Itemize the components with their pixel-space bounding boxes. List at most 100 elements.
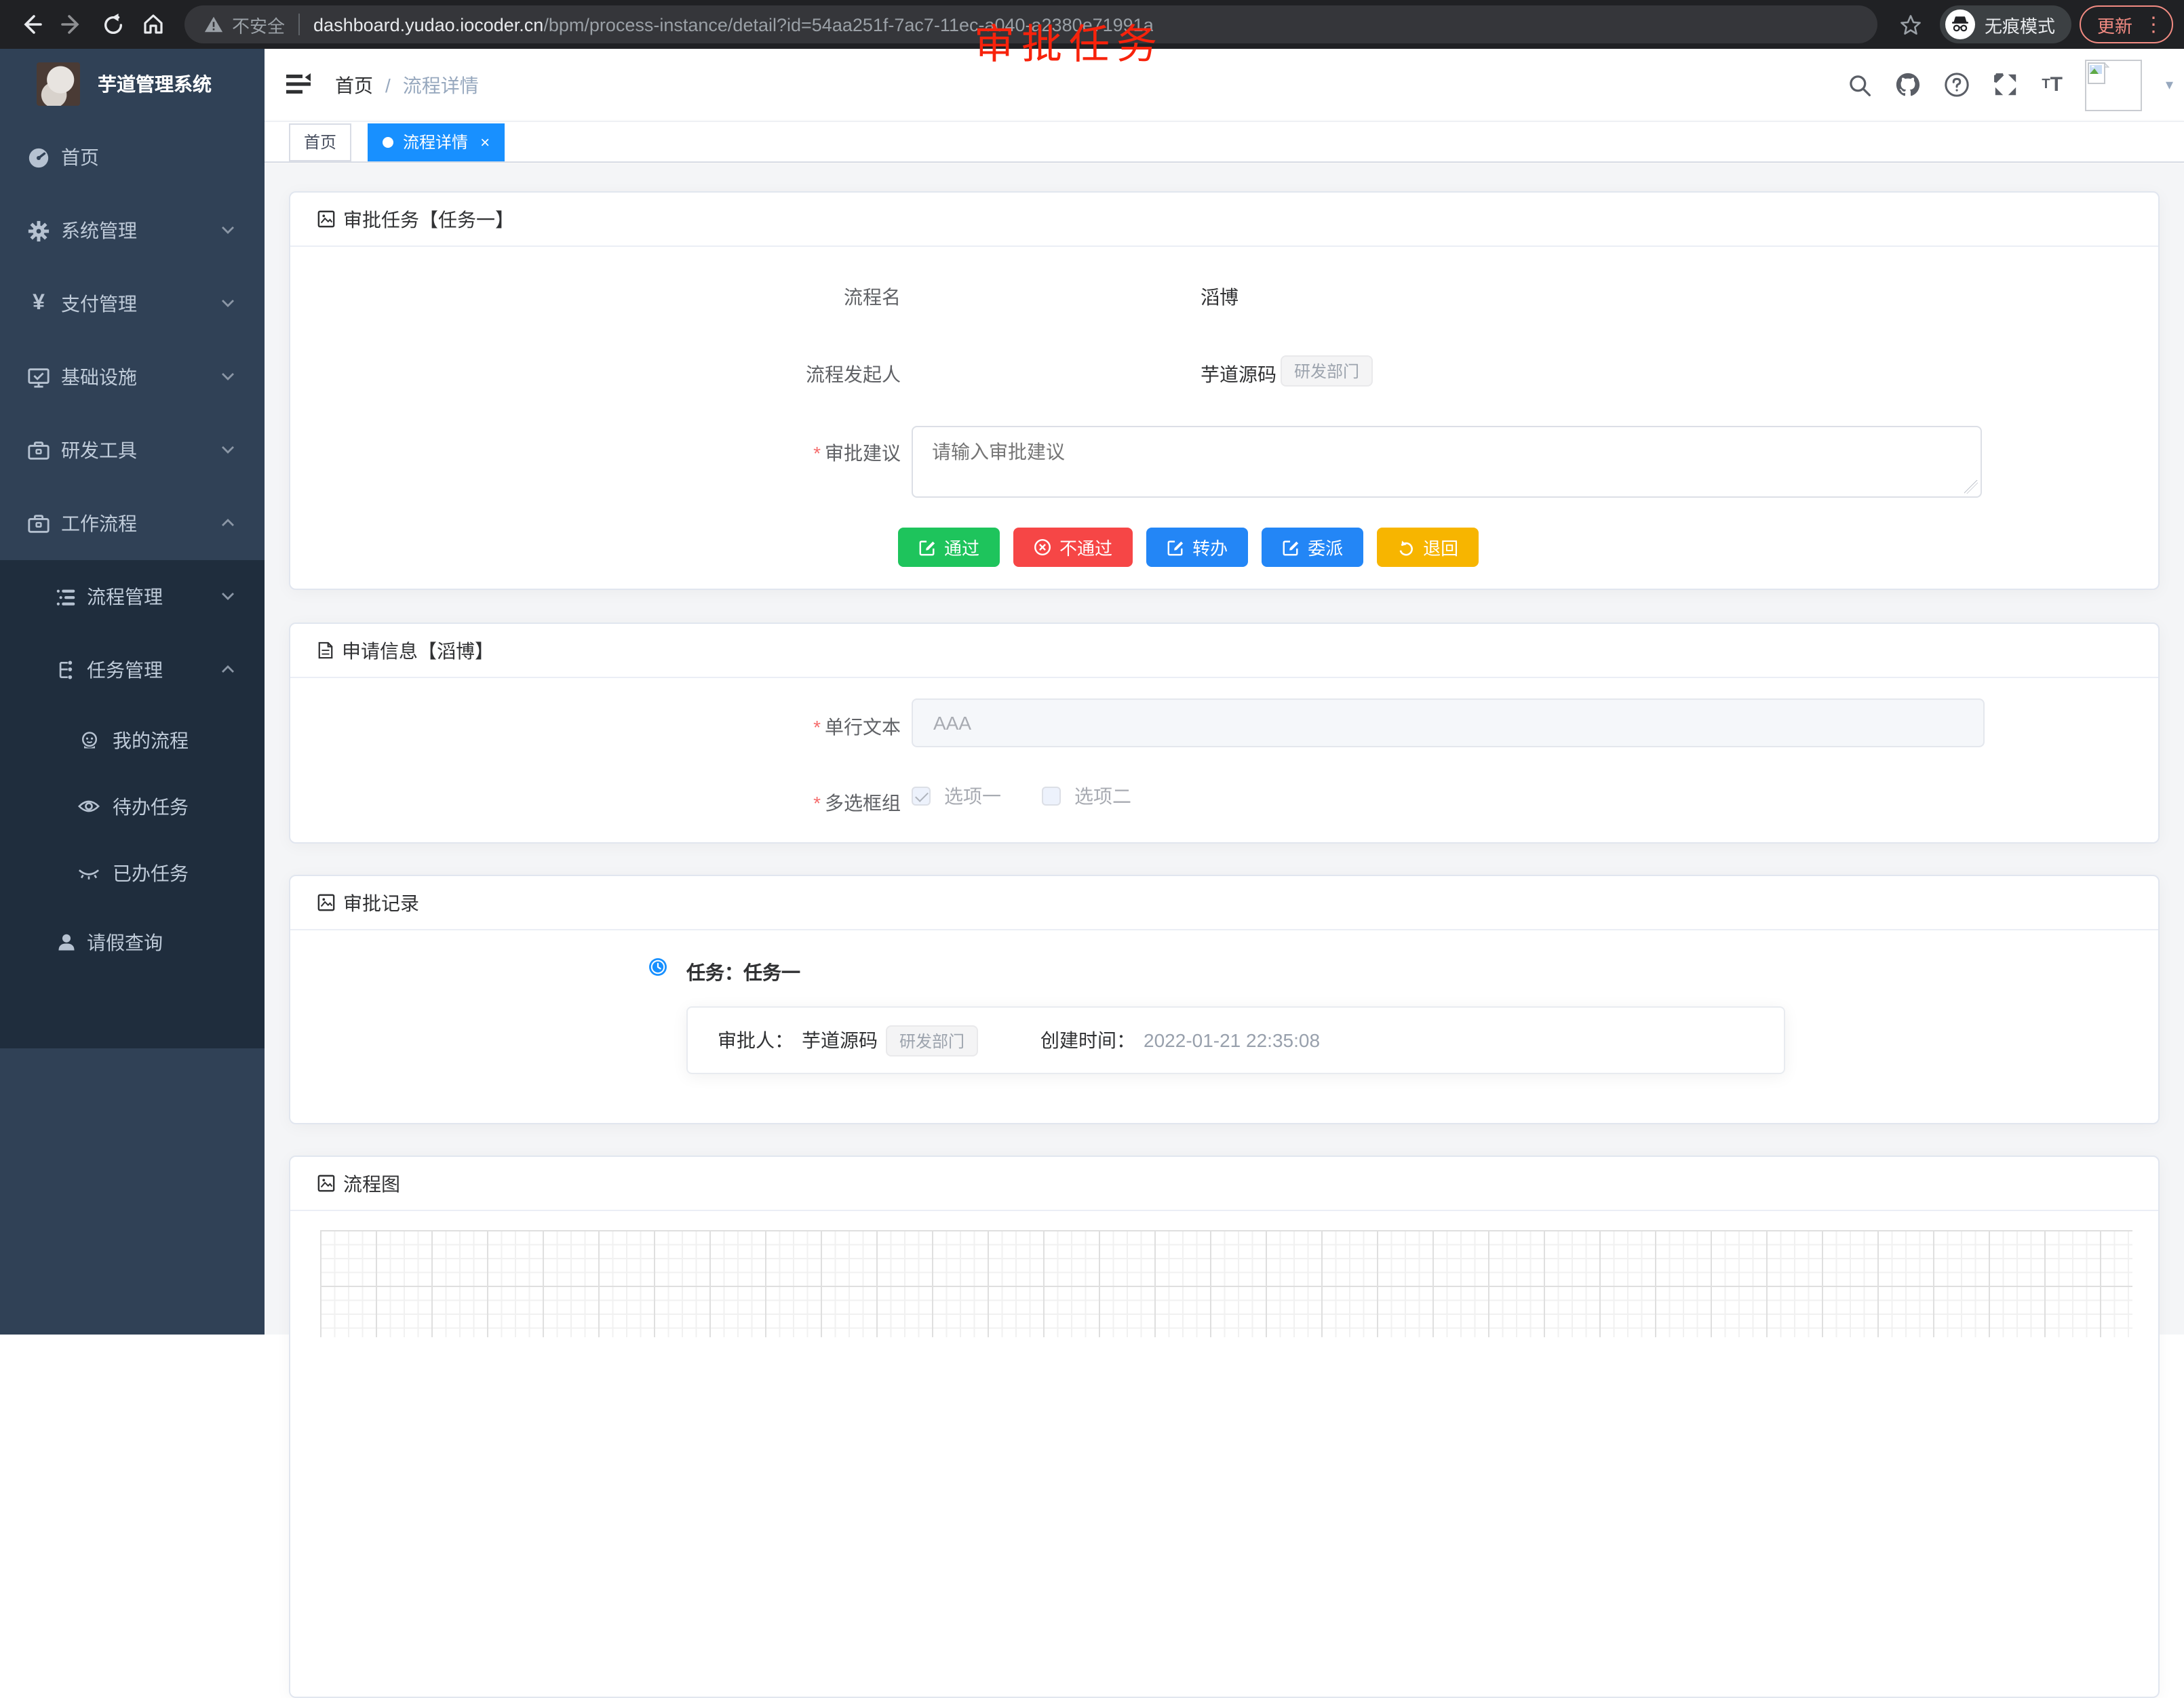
page-header: 首页 / 流程详情 TT ▾ [265,49,2184,121]
reload-icon[interactable] [92,4,133,45]
created-time-value: 2022-01-21 22:35:08 [1144,1029,1320,1051]
toolbox-icon [27,439,50,462]
approver-value: 芋道源码 [802,1027,878,1054]
records-card-header: 审批记录 [290,876,2158,930]
update-button[interactable]: 更新 ⋮ [2080,5,2173,43]
app-title: 芋道管理系统 [98,71,212,98]
bpmn-canvas-grid[interactable] [320,1230,2132,1337]
diagram-card-title: 流程图 [343,1170,400,1197]
tags-view-bar: 首页 流程详情 × [265,121,2184,163]
checkbox-group: 选项一 选项二 [912,783,1158,810]
sidebar-item-pay[interactable]: ¥ 支付管理 [0,267,265,340]
sidebar-item-devtools[interactable]: 研发工具 [0,414,265,487]
process-diagram-card: 流程图 [289,1156,2160,1698]
sidebar-item-process-mgmt[interactable]: 流程管理 [0,560,265,633]
tab-home[interactable]: 首页 [289,123,351,161]
edit-icon [1282,538,1300,556]
url-path: /bpm/process-instance/detail?id=54aa251f… [543,14,1153,35]
toolbox-icon [27,512,50,535]
suggest-textarea[interactable] [912,426,1982,498]
timeline-clock-icon [648,957,667,976]
incognito-label: 无痕模式 [1985,12,2055,37]
chevron-down-icon [221,372,235,381]
update-label: 更新 [2097,12,2132,37]
sidebar-item-workflow[interactable]: 工作流程 [0,487,265,560]
chevron-up-icon [221,518,235,528]
text-field-label: *单行文本 [711,713,901,741]
close-icon[interactable]: × [480,134,490,150]
url-host: dashboard.yudao.iocoder.cn [313,14,543,35]
checkbox-option2-label: 选项二 [1074,783,1131,810]
sidebar-item-leave-query[interactable]: 请假查询 [0,906,265,979]
active-tab-dot [383,136,393,147]
circle-close-icon [1034,538,1051,556]
app-logo [37,62,80,106]
chevron-down-icon [221,298,235,308]
font-size-icon[interactable]: TT [2042,75,2063,95]
incognito-icon [1945,9,1975,39]
robot-icon [77,728,100,751]
reject-button[interactable]: 不通过 [1013,528,1133,567]
sidebar: 芋道管理系统 首页 系统管理 ¥ 支付管理 基础设施 [0,49,265,1335]
transfer-button[interactable]: 转办 [1146,528,1248,567]
main-content: 审批任务【任务一】 流程名 滔博 流程发起人 芋道源码 研发部门 *审批建议 通… [265,164,2184,1335]
header-actions: TT ▾ [1848,49,2173,121]
caret-down-icon[interactable]: ▾ [2166,76,2173,94]
apply-card-header: 申请信息【滔博】 [290,624,2158,678]
gear-icon [27,219,50,242]
approve-card-title: 审批任务【任务一】 [343,205,514,233]
sidebar-item-my-process[interactable]: 我的流程 [0,707,265,773]
fullscreen-icon[interactable] [1993,72,2019,98]
approver-label: 审批人： [718,1027,794,1054]
sidebar-item-home[interactable]: 首页 [0,121,265,194]
dashboard-icon [27,146,50,169]
sidebar-item-system[interactable]: 系统管理 [0,194,265,267]
bookmark-star-icon[interactable] [1891,4,1932,45]
branch-icon [54,658,77,682]
document-icon [317,641,334,659]
tab-process-detail[interactable]: 流程详情 × [368,123,505,161]
sidebar-item-todo-tasks[interactable]: 待办任务 [0,773,265,840]
url-bar[interactable]: 不安全 dashboard.yudao.iocoder.cn /bpm/proc… [184,5,1877,43]
sidebar-collapse-icon[interactable] [285,71,312,98]
records-card-title: 审批记录 [343,889,419,916]
security-label[interactable]: 不安全 [232,12,285,37]
diagram-card-header: 流程图 [290,1157,2158,1211]
browser-menu-icon[interactable]: ⋮ [2143,12,2164,37]
sidebar-item-done-tasks[interactable]: 已办任务 [0,840,265,906]
monitor-icon [27,366,50,389]
pass-button[interactable]: 通过 [898,528,1000,567]
approve-task-card: 审批任务【任务一】 流程名 滔博 流程发起人 芋道源码 研发部门 *审批建议 通… [289,191,2160,590]
breadcrumb-home[interactable]: 首页 [335,71,373,98]
chevron-down-icon [221,445,235,454]
breadcrumb-separator: / [385,74,391,96]
home-icon[interactable] [133,4,174,45]
app-logo-row[interactable]: 芋道管理系统 [0,49,265,119]
approve-card-header: 审批任务【任务一】 [290,193,2158,247]
sidebar-item-task-mgmt[interactable]: 任务管理 [0,633,265,707]
approve-actions: 通过 不通过 转办 委派 退回 [898,528,1479,567]
eye-closed-icon [77,861,100,884]
record-task-title: 任务：任务一 [686,959,800,986]
picture-icon [317,894,335,911]
github-icon[interactable] [1895,72,1921,98]
approval-records-card: 审批记录 任务：任务一 审批人： 芋道源码 研发部门 创建时间： 2022-01… [289,875,2160,1124]
browser-toolbar: 不安全 dashboard.yudao.iocoder.cn /bpm/proc… [0,0,2184,49]
return-button[interactable]: 退回 [1377,528,1479,567]
help-icon[interactable] [1944,72,1970,98]
approver-dept-tag: 研发部门 [886,1025,978,1056]
initiator-dept-tag: 研发部门 [1281,355,1373,387]
warning-icon [203,15,224,34]
apply-card-title: 申请信息【滔博】 [342,637,494,664]
avatar[interactable] [2086,59,2143,111]
apply-info-card: 申请信息【滔博】 *单行文本 AAA *多选框组 选项一 选项二 [289,623,2160,844]
picture-icon [317,1174,335,1192]
list-tree-icon [54,585,77,608]
forward-icon[interactable] [52,4,92,45]
breadcrumb-current: 流程详情 [403,71,479,98]
sidebar-item-infra[interactable]: 基础设施 [0,340,265,414]
user-icon [54,931,77,954]
back-icon[interactable] [11,4,52,45]
search-icon[interactable] [1848,73,1872,97]
delegate-button[interactable]: 委派 [1262,528,1363,567]
